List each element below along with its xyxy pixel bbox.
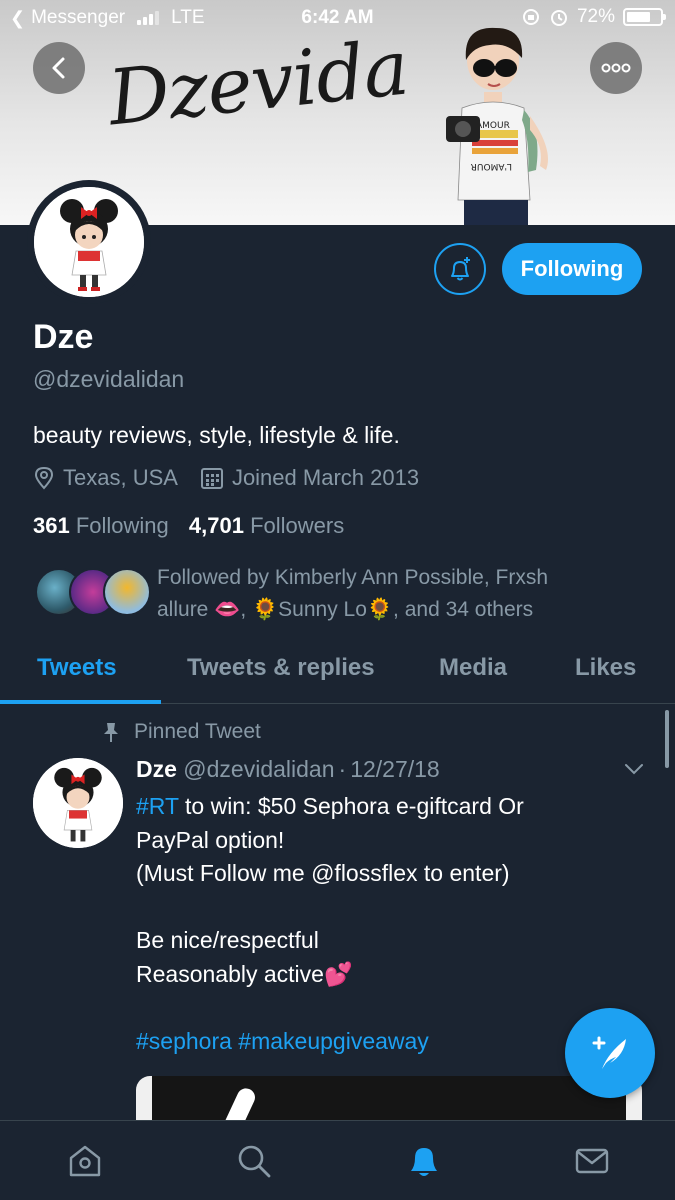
tweet-author-name[interactable]: Dze xyxy=(136,756,177,782)
tweet-author-handle: @dzevidalidan xyxy=(183,756,335,782)
profile-handle: @dzevidalidan xyxy=(33,366,185,392)
profile-meta: Texas, USA Joined March 2013 xyxy=(33,465,441,491)
follower-avatar xyxy=(103,568,151,616)
compose-feather-icon xyxy=(592,1036,626,1069)
pinned-tweet-label: Pinned Tweet xyxy=(102,720,261,744)
location-pin-icon xyxy=(34,466,54,490)
profile-bio: beauty reviews, style, lifestyle & life. xyxy=(33,422,400,448)
hashtag-links[interactable]: #sephora #makeupgiveaway xyxy=(136,1025,636,1059)
nav-notifications[interactable] xyxy=(402,1139,446,1183)
nav-messages[interactable] xyxy=(570,1139,614,1183)
chevron-left-icon xyxy=(52,57,65,79)
status-bar: ❮ Messenger LTE 6:42 AM 72% xyxy=(0,0,675,36)
bottom-tab-bar xyxy=(0,1120,675,1200)
tweet-header: Dze @dzevidalidan · 12/27/18 xyxy=(136,756,440,782)
tab-tweets-and-replies[interactable]: Tweets & replies xyxy=(187,654,375,682)
profile-location: Texas, USA xyxy=(33,465,178,491)
profile-joined: Joined March 2013 xyxy=(200,465,419,491)
bell-plus-icon xyxy=(451,257,470,281)
home-icon xyxy=(69,1145,101,1177)
avatar-illustration xyxy=(34,187,144,297)
messages-icon xyxy=(575,1148,609,1174)
followers-stat[interactable]: 4,701 Followers xyxy=(189,513,344,538)
chevron-down-icon xyxy=(625,764,643,775)
more-options-button[interactable] xyxy=(590,42,642,94)
banner-character-illustration: AMOUR L'AMOUR xyxy=(446,27,548,225)
profile-avatar[interactable] xyxy=(27,180,151,304)
battery-icon xyxy=(623,8,666,26)
scrollbar[interactable] xyxy=(665,710,669,768)
profile-name: Dze xyxy=(33,318,94,356)
rotation-lock-icon xyxy=(522,9,539,25)
following-button[interactable]: Following xyxy=(502,243,642,295)
nav-search[interactable] xyxy=(232,1139,276,1183)
more-dots-icon xyxy=(601,63,631,73)
alarm-icon xyxy=(550,10,567,26)
search-icon xyxy=(238,1145,271,1178)
notifications-toggle-button[interactable] xyxy=(434,243,486,295)
profile-tabs: Tweets Tweets & replies Media Likes xyxy=(0,640,675,704)
back-button[interactable] xyxy=(33,42,85,94)
battery-percent: 72% xyxy=(576,6,615,27)
pin-icon xyxy=(104,723,118,742)
compose-tweet-button[interactable] xyxy=(565,1008,655,1098)
joined-text: Joined March 2013 xyxy=(231,465,420,490)
active-tab-indicator xyxy=(0,700,161,704)
battery-fill xyxy=(627,12,651,22)
banner-title: Dzevida xyxy=(104,22,412,143)
notifications-icon xyxy=(411,1148,437,1176)
svg-text:L'AMOUR: L'AMOUR xyxy=(471,161,512,171)
follow-stats: 361 Following 4,701 Followers xyxy=(33,513,344,539)
svg-text:AMOUR: AMOUR xyxy=(476,121,510,131)
location-text: Texas, USA xyxy=(63,465,178,490)
tab-media[interactable]: Media xyxy=(439,654,507,682)
hashtag-link[interactable]: #RT xyxy=(136,793,179,819)
tweet-text: #RT to win: $50 Sephora e-giftcard Or Pa… xyxy=(136,790,636,1058)
tab-tweets[interactable]: Tweets xyxy=(37,654,117,682)
calendar-icon xyxy=(200,468,223,489)
tab-likes[interactable]: Likes xyxy=(575,654,636,682)
tweet-author-avatar[interactable] xyxy=(33,758,123,848)
tweet-options-button[interactable] xyxy=(623,762,645,781)
tweet-date: 12/27/18 xyxy=(350,756,440,782)
nav-home[interactable] xyxy=(63,1139,107,1183)
avatar-illustration xyxy=(33,758,123,848)
following-stat[interactable]: 361 Following xyxy=(33,513,169,538)
followed-by-text: Followed by Kimberly Ann Possible, Frxsh… xyxy=(157,566,548,621)
